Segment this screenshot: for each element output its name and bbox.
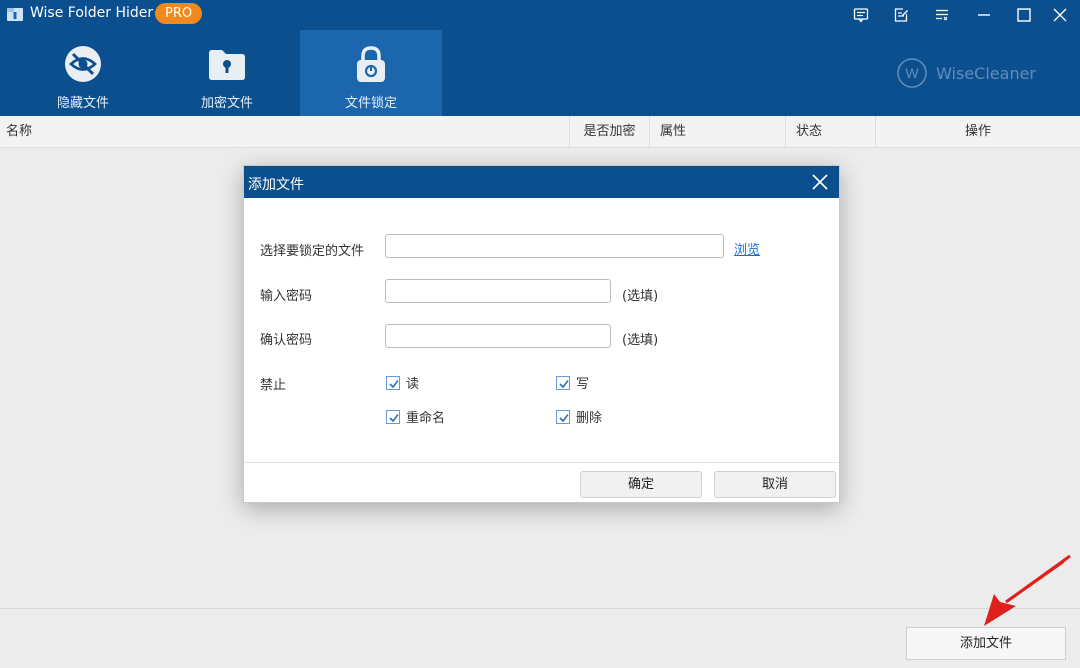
confirm-password-input[interactable] [385, 324, 611, 348]
maximize-icon [1017, 8, 1031, 22]
add-file-dialog: 添加文件 选择要锁定的文件 浏览 输入密码 (选填) 确认密码 (选填) 禁止 … [243, 165, 840, 503]
dialog-divider [244, 462, 839, 463]
browse-link[interactable]: 浏览 [734, 239, 760, 258]
nav-bar: 隐藏文件 加密文件 文件锁定 W WiseCleaner [0, 30, 1080, 116]
ok-button[interactable]: 确定 [580, 471, 702, 498]
column-header-encrypted[interactable]: 是否加密 [570, 116, 650, 148]
wisecleaner-logo: W WiseCleaner [896, 56, 1036, 90]
feedback-icon [853, 8, 869, 23]
checkbox-label: 重命名 [406, 411, 446, 426]
brand-name: WiseCleaner [936, 63, 1036, 83]
checkbox-box [556, 375, 570, 390]
checkbox-box [386, 409, 400, 424]
dialog-title: 添加文件 [248, 177, 304, 193]
minimize-button[interactable] [964, 0, 1004, 30]
tab-file-lock[interactable]: 文件锁定 [300, 30, 442, 116]
forbid-rename-checkbox[interactable]: 重命名 [386, 407, 445, 426]
checkmark-icon [559, 413, 569, 422]
table-header: 名称 是否加密 属性 状态 操作 [0, 116, 1080, 148]
logo-mark-text: W [905, 65, 919, 81]
feedback-button[interactable] [841, 0, 881, 30]
checkbox-label: 写 [576, 377, 590, 392]
checkmark-icon [389, 413, 399, 422]
dialog-title-bar: 添加文件 [244, 166, 839, 198]
tab-hide-files[interactable]: 隐藏文件 [12, 30, 154, 116]
tab-label: 加密文件 [200, 96, 253, 111]
forbid-label: 禁止 [260, 378, 287, 393]
password-label: 输入密码 [260, 289, 313, 304]
app-title: Wise Folder Hider [30, 5, 154, 21]
app-logo-icon [7, 8, 23, 21]
annotation-arrow-icon [984, 554, 1071, 626]
confirm-password-label: 确认密码 [260, 333, 313, 348]
edit-icon [894, 8, 908, 22]
column-header-status[interactable]: 状态 [786, 116, 876, 148]
close-button[interactable] [1040, 0, 1080, 30]
menu-icon [936, 9, 948, 21]
edit-button[interactable] [881, 0, 921, 30]
menu-button[interactable] [922, 0, 962, 30]
checkbox-box [386, 375, 400, 390]
encrypted-folder-icon [209, 50, 245, 80]
file-path-label: 选择要锁定的文件 [260, 244, 365, 259]
minimize-icon [978, 14, 990, 16]
checkbox-label: 删除 [576, 411, 603, 426]
checkmark-icon [389, 379, 399, 388]
pro-badge: PRO [155, 3, 203, 24]
column-header-actions[interactable]: 操作 [876, 116, 1080, 148]
tab-encrypt-files[interactable]: 加密文件 [156, 30, 298, 116]
tab-label: 隐藏文件 [56, 96, 109, 111]
tab-label: 文件锁定 [344, 96, 397, 111]
wisecleaner-logo-icon: W [897, 58, 927, 88]
password-optional-hint: (选填) [622, 289, 659, 304]
forbid-write-checkbox[interactable]: 写 [556, 373, 589, 392]
column-header-name[interactable]: 名称 [0, 116, 570, 148]
checkbox-label: 读 [406, 377, 420, 392]
forbid-delete-checkbox[interactable]: 删除 [556, 407, 602, 426]
checkbox-box [556, 409, 570, 424]
title-bar: Wise Folder Hider PRO [0, 0, 1080, 30]
close-icon [1053, 8, 1067, 22]
confirm-optional-hint: (选填) [622, 333, 659, 348]
forbid-read-checkbox[interactable]: 读 [386, 373, 419, 392]
cancel-button[interactable]: 取消 [714, 471, 836, 498]
file-path-input[interactable] [385, 234, 724, 258]
checkmark-icon [559, 379, 569, 388]
column-header-attributes[interactable]: 属性 [650, 116, 786, 148]
dialog-close-icon[interactable] [809, 171, 831, 193]
password-input[interactable] [385, 279, 611, 303]
padlock-icon [357, 46, 385, 82]
hidden-eye-icon [65, 46, 101, 82]
maximize-button[interactable] [1004, 0, 1044, 30]
